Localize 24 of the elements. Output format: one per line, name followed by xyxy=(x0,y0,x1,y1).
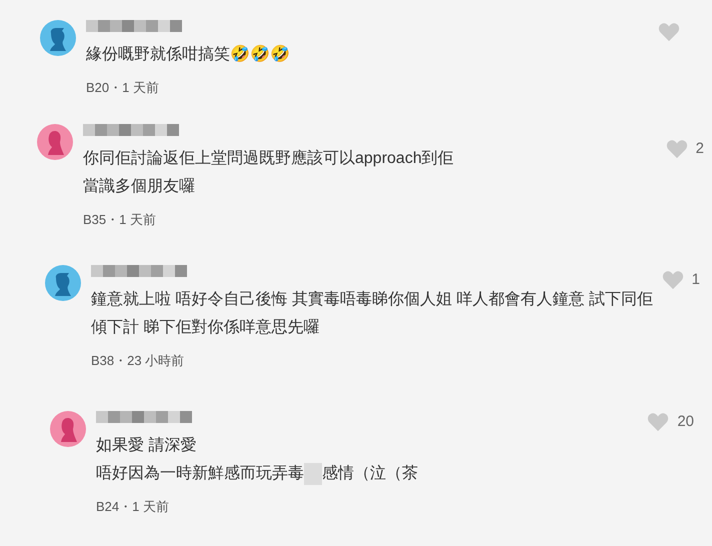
heart-icon xyxy=(647,412,670,432)
like-count: 20 xyxy=(677,412,694,432)
comment-text: 感情（泣（茶 xyxy=(322,464,418,484)
comment-meta: B20・1 天前 xyxy=(86,79,160,97)
comment-text: 當識多個朋友囉 xyxy=(83,176,195,196)
like-count: 1 xyxy=(692,270,700,290)
comment-text: 唔好因為一時新鮮感而玩弄毒 xyxy=(96,464,304,484)
comment-text: 鐘意就上啦 唔好令自己後悔 其實毒唔毒睇你個人姐 咩人都會有人鐘意 試下同佢 xyxy=(91,290,653,310)
like-button[interactable] xyxy=(666,138,688,159)
comment-text: 你同佢討論返佢上堂問過既野應該可以approach到佢 xyxy=(83,148,454,168)
comment-text: 如果愛 請深愛 xyxy=(96,436,196,456)
redacted-mark xyxy=(304,462,322,484)
heart-icon xyxy=(662,270,684,290)
comment-text: 緣份嘅野就係咁搞笑🤣🤣🤣 xyxy=(86,44,290,65)
like-button[interactable] xyxy=(658,22,680,42)
comment-meta: B24・1 天前 xyxy=(96,498,170,516)
like-button[interactable] xyxy=(647,412,670,432)
comment-text: 傾下計 睇下佢對你係咩意思先囉 xyxy=(91,318,320,338)
comment-meta: B38・23 小時前 xyxy=(91,352,186,370)
heart-icon xyxy=(666,138,688,159)
like-button[interactable] xyxy=(662,270,684,290)
heart-icon xyxy=(658,22,680,42)
like-count: 2 xyxy=(696,138,704,158)
comment-meta: B35・1 天前 xyxy=(83,210,157,228)
